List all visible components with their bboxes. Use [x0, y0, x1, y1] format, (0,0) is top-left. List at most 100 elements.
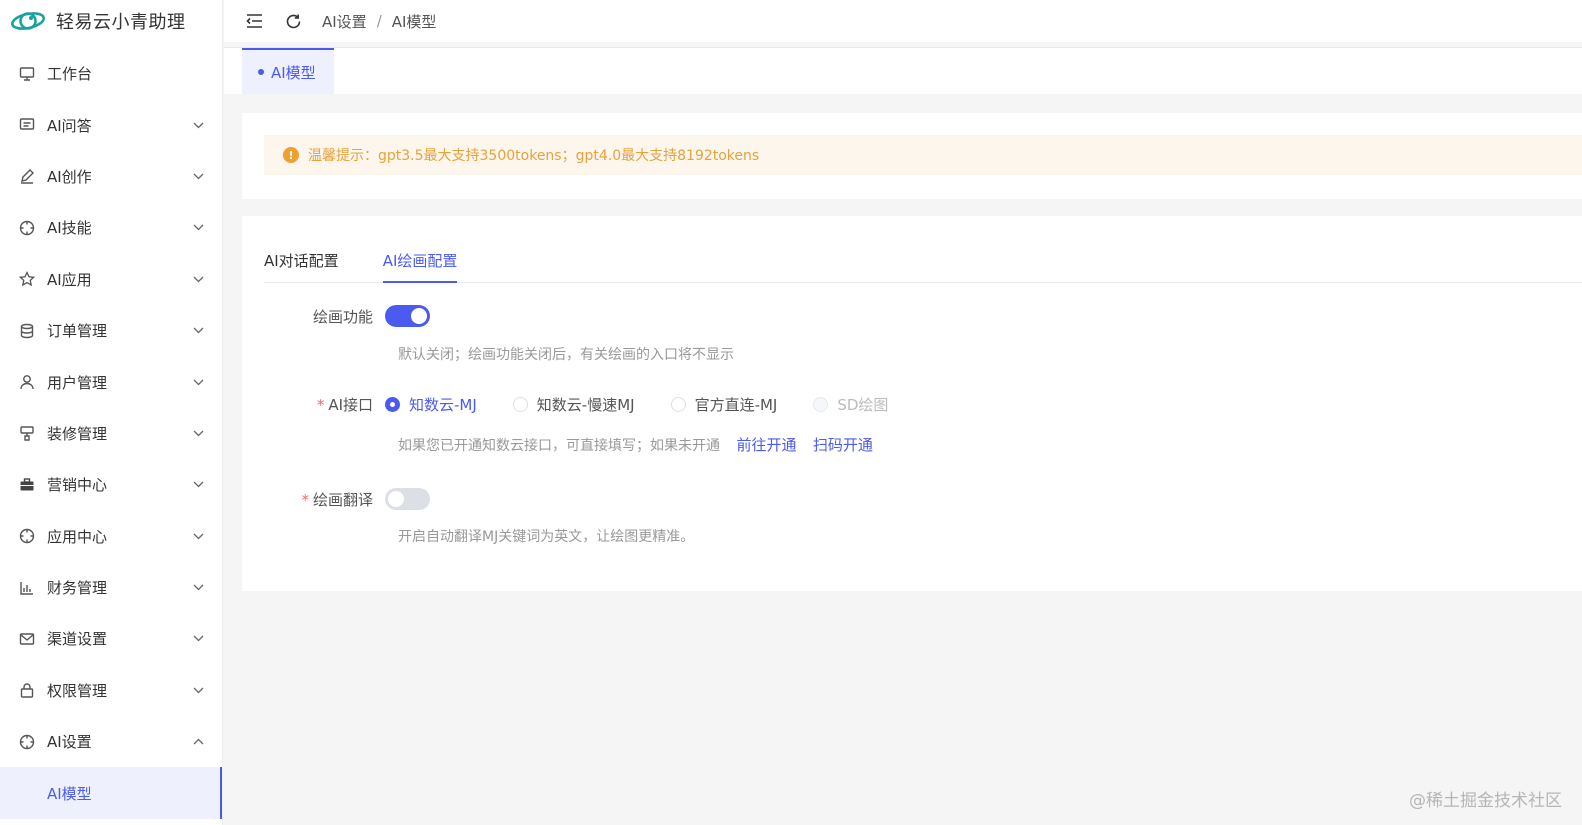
- tags-view: AI模型: [224, 47, 1582, 94]
- chevron-down-icon: [192, 427, 204, 439]
- toggle-knob: [388, 491, 404, 507]
- translate-label: * 绘画翻译: [301, 490, 373, 509]
- sidebar-item[interactable]: 装修管理: [0, 408, 222, 459]
- sidebar-item-label: 财务管理: [47, 579, 108, 598]
- api-label: * AI接口: [316, 396, 373, 414]
- sidebar-item[interactable]: 用户管理: [0, 356, 222, 407]
- warning-alert: ! 温馨提示：gpt3.5最大支持3500tokens；gpt4.0最大支持81…: [264, 135, 1582, 175]
- chart-icon: [18, 579, 36, 597]
- chevron-down-icon: [192, 633, 204, 645]
- menu-fold-icon[interactable]: [244, 11, 264, 31]
- sidebar-item-label: 装修管理: [47, 424, 108, 443]
- app-title: 轻易云小青助理: [56, 12, 186, 33]
- compass-icon: [18, 219, 36, 237]
- form-row-translate: * 绘画翻译: [242, 488, 430, 510]
- briefcase-icon: [18, 476, 36, 494]
- pen-icon: [18, 167, 36, 185]
- sidebar-item[interactable]: 营销中心: [0, 459, 222, 510]
- tab-ai-chat-config[interactable]: AI对话配置: [264, 240, 339, 282]
- database-icon: [18, 322, 36, 340]
- sidebar-item[interactable]: 工作台: [0, 48, 222, 99]
- user-icon: [18, 373, 36, 391]
- chevron-down-icon: [192, 170, 204, 182]
- monitor-icon: [18, 65, 36, 83]
- sidebar-menu: 工作台 AI问答 AI创作 AI技能 AI应用订单管理用户管理装修管理营销中心应用中心财…: [0, 48, 222, 767]
- compass-icon: [18, 527, 36, 545]
- notice-card: ! 温馨提示：gpt3.5最大支持3500tokens；gpt4.0最大支持81…: [242, 113, 1582, 199]
- form-row-api: * AI接口 知数云-MJ 知数云-慢速MJ 官方直连-MJ SD绘图: [242, 394, 924, 415]
- planet-logo-icon: [10, 12, 46, 30]
- radio-zhishuyun-slow-mj[interactable]: 知数云-慢速MJ: [512, 394, 635, 415]
- translate-help-text: 开启自动翻译MJ关键词为英文，让绘图更精准。: [398, 529, 695, 545]
- sidebar-item-label: AI问答: [47, 116, 92, 135]
- drawing-label: 绘画功能: [312, 307, 373, 326]
- breadcrumb-separator: /: [376, 12, 382, 30]
- breadcrumb: AI设置 / AI模型: [322, 11, 436, 32]
- api-help: 如果您已开通知数云接口，可直接填写；如果未开通 前往开通 扫码开通: [398, 434, 873, 455]
- scan-qr-link[interactable]: 扫码开通: [813, 436, 873, 454]
- config-tabs: AI对话配置 AI绘画配置: [264, 240, 1582, 283]
- radio-circle: [813, 397, 829, 412]
- chevron-down-icon: [192, 376, 204, 388]
- sidebar-item-label: 用户管理: [47, 373, 108, 392]
- lock-icon: [18, 681, 36, 699]
- sidebar-item[interactable]: AI问答: [0, 99, 222, 150]
- sidebar-item[interactable]: 应用中心: [0, 511, 222, 562]
- chevron-down-icon: [192, 119, 204, 131]
- sidebar-item[interactable]: 渠道设置: [0, 613, 222, 664]
- form-row-drawing: 绘画功能: [242, 305, 430, 327]
- tag-ai-model[interactable]: AI模型: [242, 48, 334, 94]
- drawing-help-text: 默认关闭；绘画功能关闭后，有关绘画的入口将不显示: [398, 347, 734, 363]
- chevron-down-icon: [192, 325, 204, 337]
- compass-icon: [18, 733, 36, 751]
- sidebar-item[interactable]: 财务管理: [0, 562, 222, 613]
- tag-active-dot: [258, 69, 264, 75]
- sidebar-item-label: 渠道设置: [47, 630, 108, 649]
- sidebar-item-label: AI设置: [47, 733, 92, 752]
- sidebar: 轻易云小青助理 工作台 AI问答 AI创作 AI技能 AI应用订单管理用户管理装修管理营…: [0, 0, 223, 825]
- chevron-down-icon: [192, 684, 204, 696]
- alert-text: 温馨提示：gpt3.5最大支持3500tokens；gpt4.0最大支持8192…: [308, 148, 760, 164]
- sidebar-item[interactable]: AI应用: [0, 254, 222, 305]
- sidebar-item[interactable]: AI创作: [0, 151, 222, 202]
- warning-icon: !: [283, 147, 299, 163]
- sidebar-item[interactable]: AI设置: [0, 716, 222, 767]
- radio-circle: [670, 397, 686, 412]
- chevron-down-icon: [192, 582, 204, 594]
- refresh-icon[interactable]: [283, 11, 303, 31]
- settings-card: AI对话配置 AI绘画配置 绘画功能 默认关闭；绘画功能关闭后，有关绘画的入口将…: [242, 216, 1582, 591]
- radio-zhishuyun-mj[interactable]: 知数云-MJ: [385, 394, 477, 415]
- tab-ai-drawing-config[interactable]: AI绘画配置: [382, 240, 457, 283]
- brush-icon: [18, 424, 36, 442]
- sidebar-subitem-ai-model[interactable]: AI模型: [0, 767, 222, 819]
- sidebar-item-label: 工作台: [47, 65, 93, 84]
- star-icon: [18, 270, 36, 288]
- sidebar-item[interactable]: AI技能: [0, 202, 222, 253]
- sidebar-item[interactable]: 订单管理: [0, 305, 222, 356]
- sidebar-item-label: 应用中心: [47, 527, 108, 546]
- sidebar-item-label: 订单管理: [47, 322, 108, 341]
- radio-official-mj[interactable]: 官方直连-MJ: [670, 394, 777, 415]
- open-service-link[interactable]: 前往开通: [736, 436, 796, 454]
- radio-circle: [512, 397, 528, 412]
- sidebar-subitem-label: AI模型: [47, 784, 92, 803]
- toggle-knob: [411, 308, 427, 324]
- sidebar-item-label: AI创作: [47, 167, 92, 186]
- breadcrumb-item-current: AI模型: [391, 12, 437, 31]
- api-radio-group: 知数云-MJ 知数云-慢速MJ 官方直连-MJ SD绘图: [385, 394, 924, 415]
- sidebar-item-label: 营销中心: [47, 476, 108, 495]
- watermark: @稀土掘金技术社区: [1409, 791, 1562, 811]
- api-help-text: 如果您已开通知数云接口，可直接填写；如果未开通: [398, 438, 720, 454]
- top-bar: AI设置 / AI模型: [224, 0, 1582, 42]
- translate-toggle[interactable]: [385, 488, 430, 510]
- chevron-up-icon: [192, 736, 204, 748]
- chevron-down-icon: [192, 222, 204, 234]
- radio-circle: [385, 397, 400, 412]
- chevron-down-icon: [192, 479, 204, 491]
- sidebar-item[interactable]: 权限管理: [0, 665, 222, 716]
- sidebar-item-label: 权限管理: [47, 681, 108, 700]
- breadcrumb-item[interactable]: AI设置: [322, 11, 367, 32]
- app-logo[interactable]: 轻易云小青助理: [0, 0, 222, 42]
- drawing-toggle[interactable]: [385, 305, 430, 327]
